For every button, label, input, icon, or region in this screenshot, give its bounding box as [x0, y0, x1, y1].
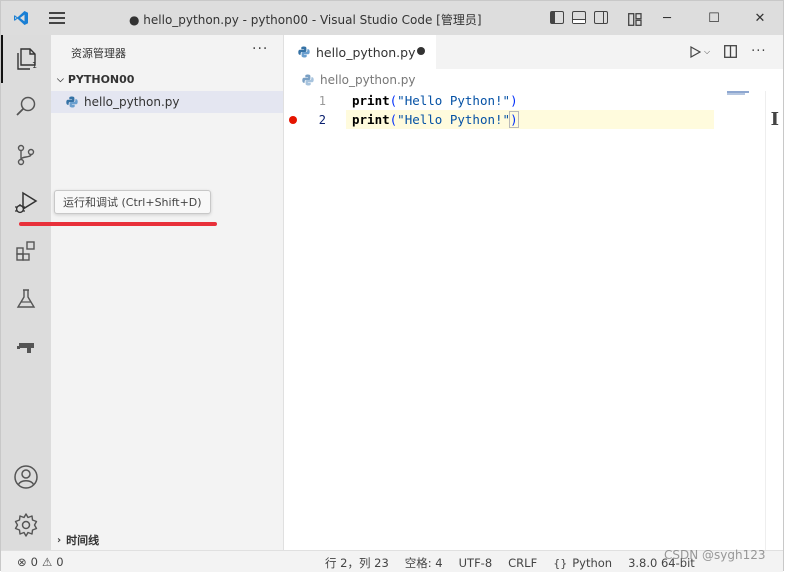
customize-layout-icon[interactable] [628, 11, 642, 26]
minimap-line [727, 93, 745, 95]
toggle-secondary-sidebar-icon[interactable] [594, 11, 608, 24]
folder-python00[interactable]: ⌵ PYTHON00 [57, 73, 134, 86]
watermark: CSDN @sygh123 [664, 548, 766, 562]
sidebar-title: 资源管理器 [71, 47, 126, 60]
folder-name: PYTHON00 [67, 73, 135, 86]
problems-indicator[interactable]: ⊗ 0 ⚠ 0 [17, 555, 64, 569]
account-icon[interactable] [1, 453, 51, 501]
menu-icon[interactable] [49, 12, 65, 24]
minimap[interactable] [723, 91, 779, 550]
more-actions-icon[interactable]: ··· [252, 41, 268, 57]
explorer-sidebar: 资源管理器 ··· ⌵ PYTHON00 hello_python.py › 时… [51, 35, 284, 550]
chevron-down-icon: ⌵ [57, 74, 64, 85]
status-right-items: 行 2，列 23 空格: 4 UTF-8 CRLF {} Python 3.8.… [325, 555, 695, 571]
line-source: print("Hello Python!") [352, 110, 520, 128]
activity-bar: 1 [1, 35, 51, 550]
run-python-file-icon[interactable]: ⌵ [689, 45, 711, 58]
toggle-primary-sidebar-icon[interactable] [550, 11, 564, 24]
code-line: 2 print("Hello Python!") [284, 110, 714, 129]
vscode-window: ● hello_python.py - python00 - Visual St… [0, 0, 784, 572]
line-number: 2 [318, 112, 326, 127]
encoding[interactable]: UTF-8 [459, 556, 493, 570]
layout-controls [550, 11, 642, 26]
chevron-right-icon: › [57, 534, 62, 546]
token-paren: ) [509, 110, 519, 128]
vscode-logo-icon [14, 11, 28, 25]
warning-icon: ⚠ [41, 555, 53, 569]
python-file-icon [302, 74, 314, 86]
breakpoint-icon[interactable] [289, 115, 297, 124]
code-editor[interactable]: 1 print("Hello Python!") 2 print("Hello … [284, 91, 783, 550]
maximize-button[interactable]: ☐ [691, 1, 737, 35]
token-paren: ) [510, 93, 518, 108]
toggle-panel-icon[interactable] [572, 11, 586, 24]
tab-label: hello_python.py [316, 44, 416, 60]
window-title: ● hello_python.py - python00 - Visual St… [129, 13, 482, 27]
token-function: print [352, 93, 390, 108]
title-bar: ● hello_python.py - python00 - Visual St… [1, 1, 783, 35]
scrollbar-track[interactable] [765, 91, 779, 550]
settings-gear-icon[interactable] [1, 501, 51, 549]
explorer-badge: 1 [32, 61, 38, 70]
file-hello-python[interactable]: hello_python.py [51, 91, 283, 113]
testing-icon[interactable] [1, 275, 51, 323]
file-name: hello_python.py [84, 95, 180, 109]
more-actions-icon[interactable]: ··· [751, 44, 766, 59]
token-string: "Hello Python!" [397, 111, 511, 127]
token-function: print [352, 111, 390, 127]
timeline-section[interactable]: › 时间线 [57, 532, 99, 548]
timeline-label: 时间线 [66, 534, 100, 547]
close-button[interactable]: ✕ [737, 1, 783, 35]
unsaved-dot-icon[interactable] [417, 47, 425, 55]
editor-tab-bar: hello_python.py ⌵ ··· [284, 35, 783, 69]
breadcrumb-file[interactable]: hello_python.py [320, 73, 416, 87]
extensions-icon[interactable] [1, 227, 51, 275]
braces-icon: {} [553, 556, 568, 570]
line-number: 1 [318, 93, 326, 108]
end-of-line[interactable]: CRLF [508, 556, 537, 570]
python-file-icon [298, 46, 310, 58]
token-string: "Hello Python!" [397, 93, 511, 108]
line-source: print("Hello Python!") [352, 93, 518, 108]
editor-actions: ⌵ ··· [689, 44, 766, 59]
breadcrumb: hello_python.py [284, 69, 783, 91]
source-control-icon[interactable] [1, 131, 51, 179]
language-mode[interactable]: {} Python [553, 556, 612, 570]
search-icon[interactable] [1, 83, 51, 131]
remote-icon[interactable] [1, 323, 51, 371]
minimize-button[interactable]: ─ [644, 1, 690, 35]
tab-hello-python[interactable]: hello_python.py [284, 35, 436, 69]
run-debug-icon[interactable] [1, 179, 51, 227]
explorer-icon[interactable]: 1 [1, 35, 51, 83]
language-label: Python [572, 556, 613, 570]
python-file-icon [66, 96, 78, 108]
run-debug-tooltip: 运行和调试 (Ctrl+Shift+D) [54, 190, 211, 214]
code-line: 1 print("Hello Python!") [284, 91, 714, 110]
text-cursor [517, 112, 520, 128]
split-editor-icon[interactable] [724, 45, 738, 58]
cursor-position[interactable]: 行 2，列 23 [325, 555, 389, 571]
chevron-down-icon: ⌵ [704, 46, 711, 56]
error-count: 0 [30, 555, 38, 569]
warning-count: 0 [56, 555, 64, 569]
indentation[interactable]: 空格: 4 [405, 555, 443, 571]
red-underline-annotation [19, 222, 217, 226]
mouse-ibeam-icon: I [770, 109, 779, 130]
error-icon: ⊗ [17, 555, 27, 569]
